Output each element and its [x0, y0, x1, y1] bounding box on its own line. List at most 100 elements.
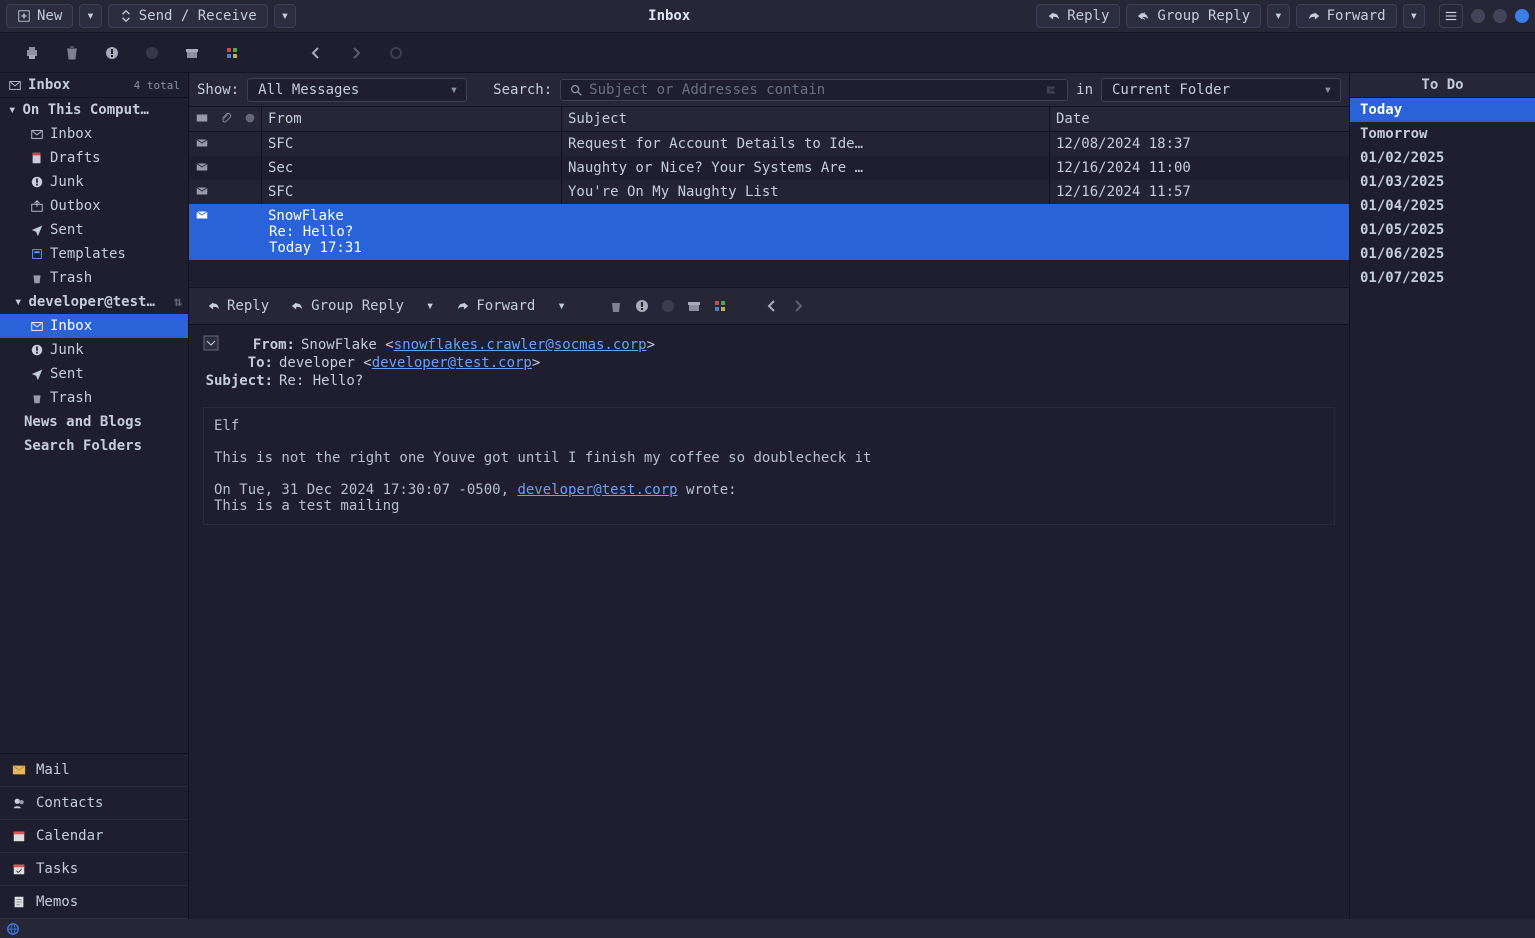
col-subject[interactable]: Subject: [561, 107, 1049, 131]
back-icon[interactable]: [308, 45, 324, 61]
preview-next-icon[interactable]: [790, 298, 806, 314]
tag-icon[interactable]: [224, 45, 240, 61]
junk-icon[interactable]: [104, 45, 120, 61]
news-blogs[interactable]: News and Blogs: [0, 410, 188, 434]
scope-select[interactable]: Current Folder: [1101, 78, 1341, 102]
window-minimize[interactable]: [1471, 9, 1485, 23]
todo-title: To Do: [1350, 73, 1535, 98]
subject-value: Re: Hello?: [279, 373, 363, 389]
show-filter-select[interactable]: All Messages: [247, 78, 467, 102]
todo-row[interactable]: Tomorrow: [1350, 122, 1535, 146]
forward-icon: [1307, 9, 1321, 23]
group-reply-button[interactable]: Group Reply: [1126, 4, 1261, 28]
preview-group-reply-button[interactable]: Group Reply: [285, 296, 410, 316]
preview-prev-icon[interactable]: [764, 298, 780, 314]
from-email-link[interactable]: snowflakes.crawler@socmas.corp: [394, 337, 647, 353]
new-dropdown[interactable]: ▾: [79, 4, 101, 28]
folder-inbox-remote[interactable]: Inbox: [0, 314, 188, 338]
folder-sent-remote[interactable]: Sent: [0, 362, 188, 386]
reply-all-icon: [1137, 9, 1151, 23]
folder-templates[interactable]: Templates: [0, 242, 188, 266]
preview-forward-button[interactable]: Forward: [450, 296, 541, 316]
preview-reply-button[interactable]: Reply: [201, 296, 275, 316]
quote-email-link[interactable]: developer@test.corp: [517, 482, 677, 498]
next-icon[interactable]: [348, 45, 364, 61]
preview-forward-label: Forward: [476, 298, 535, 314]
preview-archive-icon[interactable]: [686, 298, 702, 314]
online-icon[interactable]: [6, 922, 20, 936]
send-receive-dropdown[interactable]: ▾: [274, 4, 296, 28]
to-email-link[interactable]: developer@test.corp: [372, 355, 532, 371]
menu-button[interactable]: [1439, 4, 1463, 28]
message-row[interactable]: SFC Request for Account Details to Ide…1…: [189, 132, 1349, 156]
switch-mail[interactable]: Mail: [0, 754, 188, 787]
collapse-header-icon[interactable]: [203, 335, 219, 351]
trash-icon[interactable]: [64, 45, 80, 61]
todo-row[interactable]: Today: [1350, 98, 1535, 122]
folder-label: Sent: [50, 366, 84, 382]
send-receive-button[interactable]: Send / Receive: [108, 4, 268, 28]
todo-row[interactable]: 01/05/2025: [1350, 218, 1535, 242]
folder-junk-remote[interactable]: Junk: [0, 338, 188, 362]
reply-button[interactable]: Reply: [1036, 4, 1120, 28]
todo-row[interactable]: 01/03/2025: [1350, 170, 1535, 194]
preview-forward-dropdown[interactable]: ▾: [551, 296, 571, 316]
folder-junk-local[interactable]: Junk: [0, 170, 188, 194]
group-reply-dropdown[interactable]: ▾: [1267, 4, 1289, 28]
col-attachment[interactable]: [213, 107, 237, 131]
folder-outbox[interactable]: Outbox: [0, 194, 188, 218]
center-pane: Show: All Messages Search: in Current Fo…: [189, 73, 1350, 919]
todo-row[interactable]: 01/07/2025: [1350, 266, 1535, 290]
account-developer[interactable]: ▾ developer@test… ⇅: [0, 290, 188, 314]
folder-trash-local[interactable]: Trash: [0, 266, 188, 290]
col-icon[interactable]: [189, 107, 213, 131]
chevron-down-icon: ▾: [14, 294, 22, 310]
folder-label: Drafts: [50, 150, 101, 166]
message-row[interactable]: SnowFlake Re: Hello?Today 17:31: [189, 204, 1349, 260]
todo-row[interactable]: 01/06/2025: [1350, 242, 1535, 266]
switch-tasks[interactable]: Tasks: [0, 853, 188, 886]
in-label: in: [1076, 82, 1093, 98]
to-label: To:: [203, 355, 273, 371]
col-flag[interactable]: [237, 107, 261, 131]
col-date[interactable]: Date: [1049, 107, 1349, 131]
forward-dropdown[interactable]: ▾: [1403, 4, 1425, 28]
col-from[interactable]: From: [261, 107, 561, 131]
inbox-icon: [30, 319, 44, 333]
archive-icon[interactable]: [184, 45, 200, 61]
switch-calendar[interactable]: Calendar: [0, 820, 188, 853]
window-close[interactable]: [1515, 9, 1529, 23]
search-input[interactable]: [589, 82, 1039, 98]
account-on-this-computer[interactable]: ▾ On This Comput…: [0, 98, 188, 122]
templates-icon: [30, 247, 44, 261]
message-row[interactable]: Sec Naughty or Nice? Your Systems Are …1…: [189, 156, 1349, 180]
forward-button[interactable]: Forward: [1296, 4, 1397, 28]
window-maximize[interactable]: [1493, 9, 1507, 23]
preview-junk-icon[interactable]: [634, 298, 650, 314]
todo-sidebar: To Do TodayTomorrow01/02/202501/03/20250…: [1350, 73, 1535, 919]
message-row[interactable]: SFC You're On My Naughty List12/16/2024 …: [189, 180, 1349, 204]
folder-trash-remote[interactable]: Trash: [0, 386, 188, 410]
search-folders[interactable]: Search Folders: [0, 434, 188, 458]
folder-inbox-local[interactable]: Inbox: [0, 122, 188, 146]
folder-sent-local[interactable]: Sent: [0, 218, 188, 242]
new-button[interactable]: New: [6, 4, 73, 28]
not-junk-icon[interactable]: [144, 45, 160, 61]
todo-row[interactable]: 01/04/2025: [1350, 194, 1535, 218]
preview-notjunk-icon[interactable]: [660, 298, 676, 314]
preview-group-reply-dropdown[interactable]: ▾: [420, 296, 440, 316]
folder-drafts[interactable]: Drafts: [0, 146, 188, 170]
switch-memos[interactable]: Memos: [0, 886, 188, 919]
print-icon[interactable]: [24, 45, 40, 61]
to-name: developer <: [279, 355, 372, 371]
stop-icon[interactable]: [388, 45, 404, 61]
drafts-icon: [30, 151, 44, 165]
switch-contacts[interactable]: Contacts: [0, 787, 188, 820]
todo-row[interactable]: 01/02/2025: [1350, 146, 1535, 170]
reply-label: Reply: [1067, 8, 1109, 24]
clear-search-icon[interactable]: [1045, 83, 1059, 97]
scope-value: Current Folder: [1112, 82, 1230, 98]
preview-tag-icon[interactable]: [712, 298, 728, 314]
sync-icon: [119, 9, 133, 23]
preview-trash-icon[interactable]: [608, 298, 624, 314]
